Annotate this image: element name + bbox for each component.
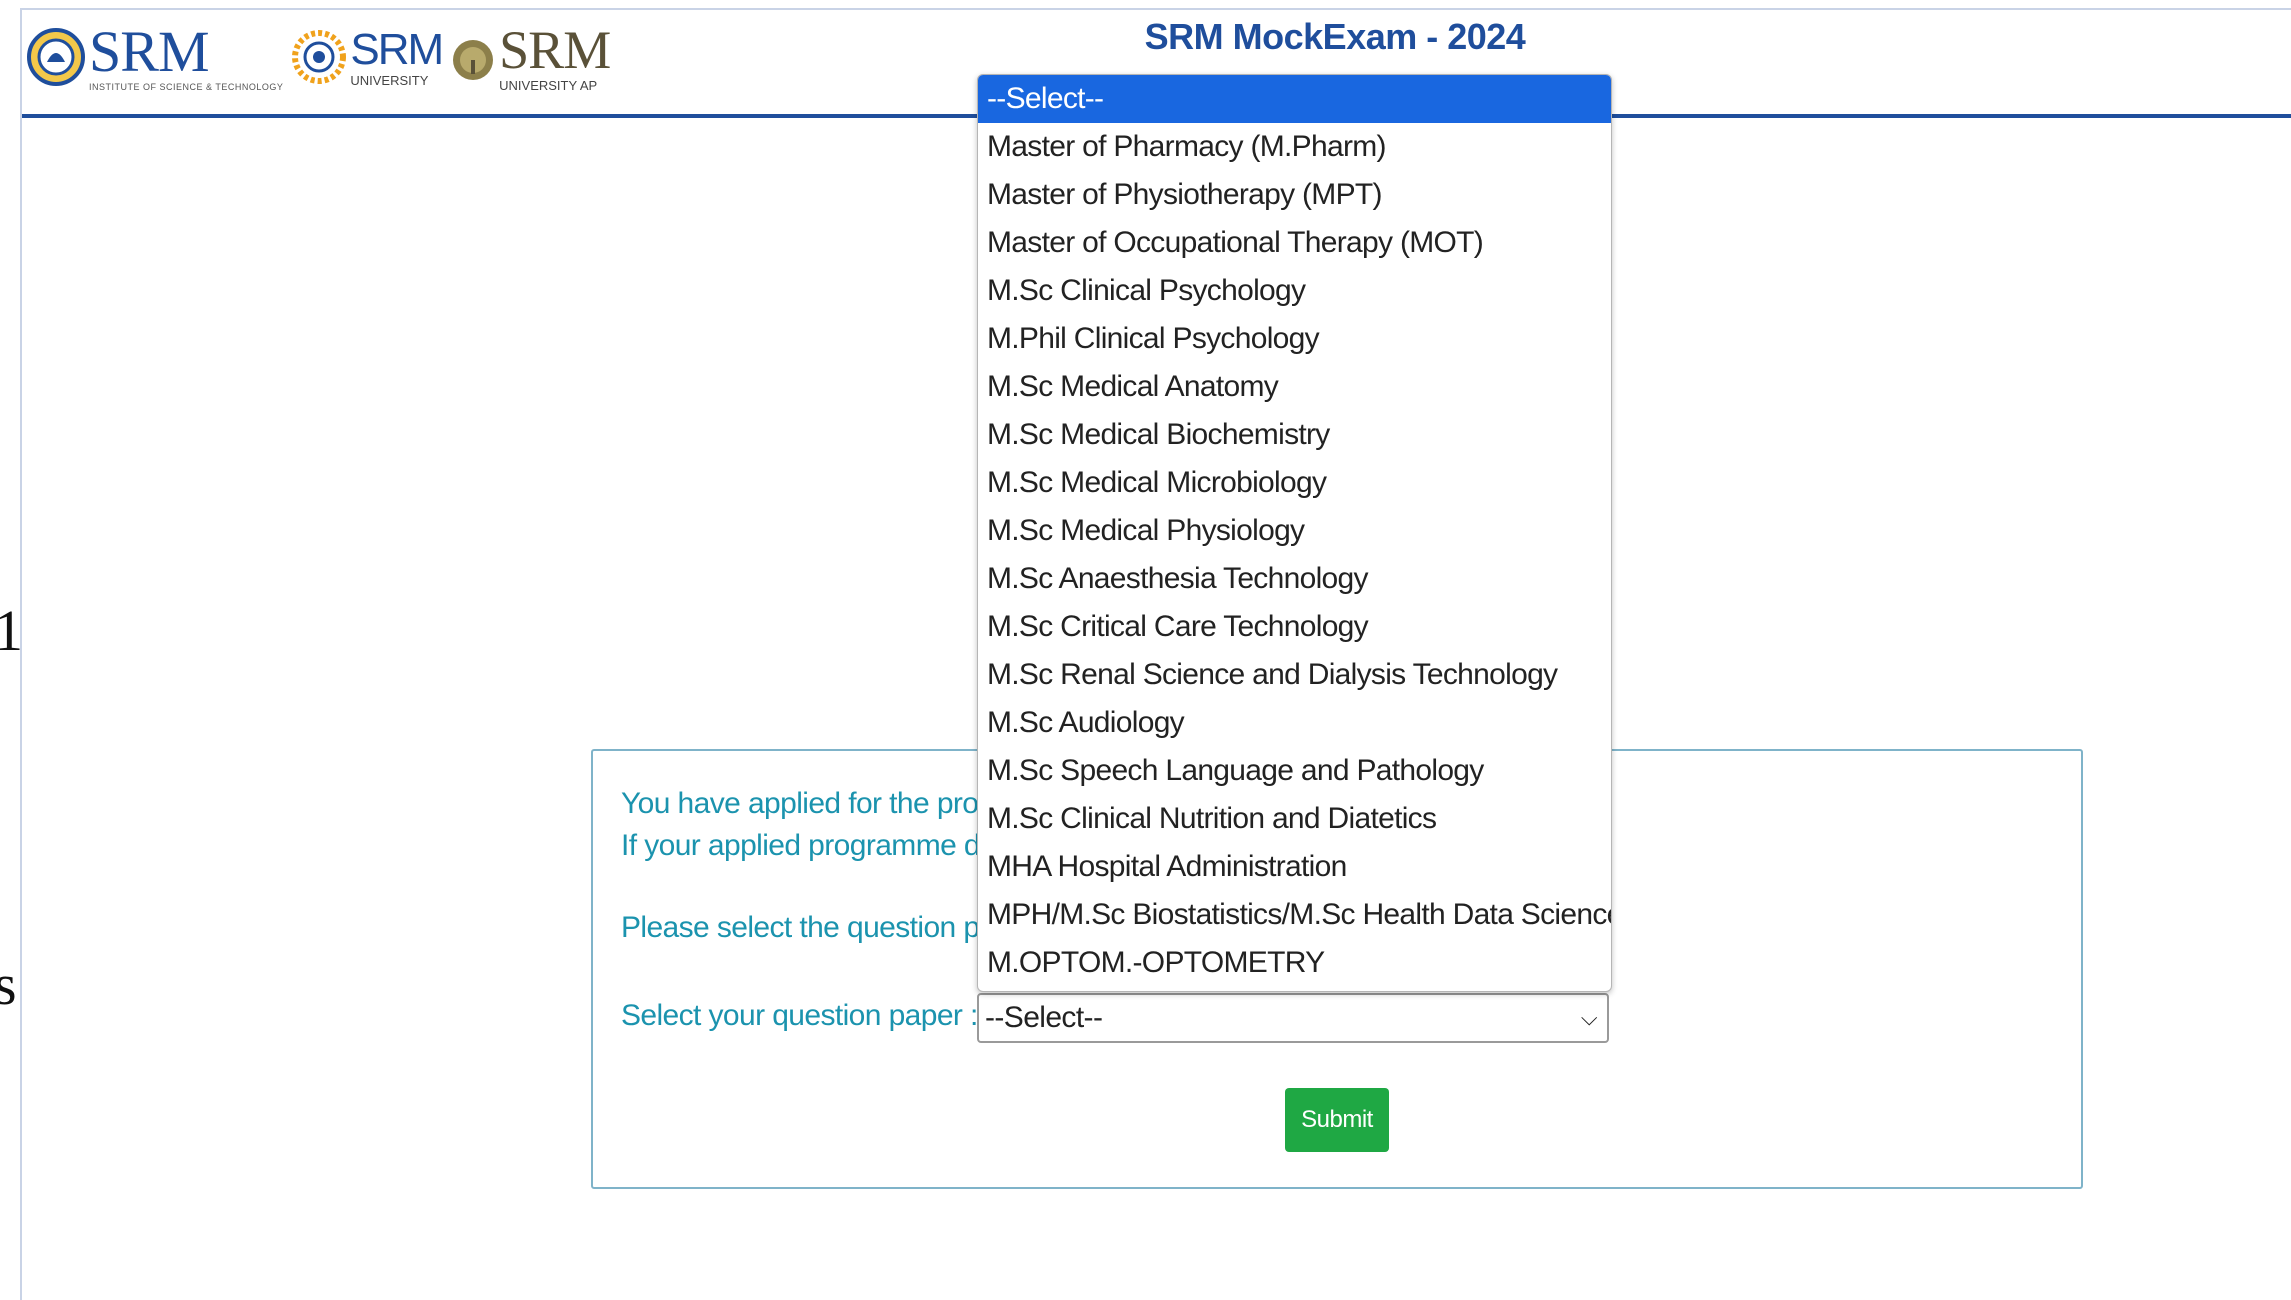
dropdown-option[interactable]: MPH/M.Sc Biostatistics/M.Sc Health Data …	[978, 891, 1611, 939]
question-paper-dropdown: --Select-- Master of Pharmacy (M.Pharm) Ma…	[977, 74, 1612, 992]
dropdown-option[interactable]: M.Sc Anaesthesia Technology	[978, 555, 1611, 603]
question-paper-label: Select your question paper :	[621, 999, 978, 1032]
logo-strip: SRM INSTITUTE OF SCIENCE & TECHNOLOGY SR…	[26, 12, 611, 102]
select-instruction-text: Please select the question pa	[621, 911, 996, 944]
select-current-value: --Select--	[985, 1001, 1103, 1034]
dropdown-option[interactable]: Master of Physiotherapy (MPT)	[978, 171, 1611, 219]
logo-wordmark: SRM	[350, 24, 444, 74]
chevron-down-icon: ⌵	[1580, 1005, 1598, 1030]
srm-emblem-icon	[27, 28, 85, 86]
dropdown-option[interactable]: --Select--	[978, 75, 1611, 123]
logo-wordmark: SRM	[89, 18, 210, 84]
page: 1 s SRM INSTITUTE OF SCIENCE & TECHNOLOG…	[0, 0, 2291, 1300]
dropdown-option[interactable]: MHA Hospital Administration	[978, 843, 1611, 891]
submit-button[interactable]: Submit	[1285, 1088, 1389, 1152]
edge-glyph: s	[0, 952, 17, 1017]
dropdown-option[interactable]: M.Sc Clinical Psychology	[978, 267, 1611, 315]
dropdown-option[interactable]: M.Sc Clinical Nutrition and Diatetics	[978, 795, 1611, 843]
programme-mismatch-text: If your applied programme d	[621, 829, 981, 862]
dropdown-option[interactable]: Master of Pharmacy (M.Pharm)	[978, 123, 1611, 171]
dropdown-option[interactable]: M.Sc Medical Physiology	[978, 507, 1611, 555]
srm-university-ap-logo: SRM UNIVERSITY AP	[450, 19, 611, 93]
dropdown-option[interactable]: M.Sc Renal Science and Dialysis Technolo…	[978, 651, 1611, 699]
tree-emblem-icon	[453, 40, 494, 80]
logo-subtitle: UNIVERSITY	[350, 72, 429, 88]
srm-university-logo: SRM UNIVERSITY	[291, 24, 444, 90]
logo-subtitle: INSTITUTE OF SCIENCE & TECHNOLOGY	[89, 81, 284, 92]
srm-ist-logo: SRM INSTITUTE OF SCIENCE & TECHNOLOGY	[26, 18, 284, 92]
dropdown-option[interactable]: M.Phil Clinical Psychology	[978, 315, 1611, 363]
dropdown-option[interactable]: M.Sc Speech Language and Pathology	[978, 747, 1611, 795]
dropdown-option[interactable]: M.OPTOM.-OPTOMETRY	[978, 939, 1611, 987]
dropdown-option[interactable]: Master of Occupational Therapy (MOT)	[978, 219, 1611, 267]
dropdown-option[interactable]: M.Sc Medical Biochemistry	[978, 411, 1611, 459]
logo-subtitle: UNIVERSITY AP	[499, 77, 598, 93]
applied-programme-text: You have applied for the pro	[621, 787, 979, 820]
logo-wordmark: SRM	[499, 19, 611, 80]
dropdown-option[interactable]: M.Sc Medical Anatomy	[978, 363, 1611, 411]
page-title: SRM MockExam - 2024	[1144, 16, 1526, 57]
sun-emblem-icon	[292, 30, 347, 84]
edge-glyph: 1	[0, 598, 23, 663]
dropdown-option[interactable]: M.Sc Medical Microbiology	[978, 459, 1611, 507]
dropdown-option[interactable]: M.Sc Critical Care Technology	[978, 603, 1611, 651]
question-paper-select[interactable]: --Select-- ⌵	[977, 993, 1609, 1043]
dropdown-option[interactable]: M.Sc Audiology	[978, 699, 1611, 747]
